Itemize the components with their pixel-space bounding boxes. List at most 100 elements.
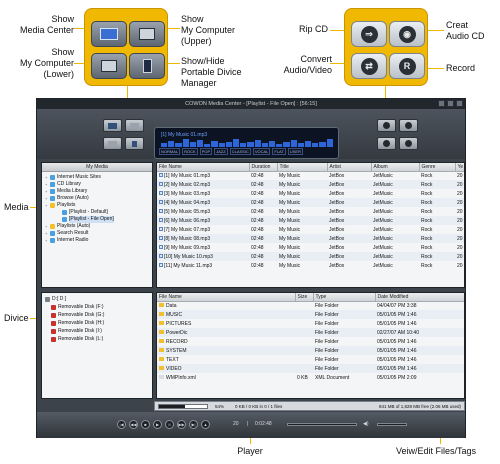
tb-show-my-computer-upper-button[interactable] [125, 119, 144, 132]
show-my-computer-upper-button[interactable] [129, 21, 165, 47]
rip-cd-button[interactable]: ⇒ [351, 21, 387, 47]
seek-slider[interactable] [287, 423, 357, 426]
file-row[interactable]: MUSIC File Folder 05/01/05 PM 1:46 [157, 310, 464, 319]
playlist-row[interactable]: [11] My Music 11.mp3 02:48 My Music JetBox J… [157, 261, 464, 270]
media-tree-item[interactable]: + CD Library [45, 181, 149, 188]
media-tree-item[interactable]: + Media Library [45, 188, 149, 195]
tb-show-hide-portable-button[interactable] [125, 137, 144, 150]
playlist-column-header[interactable]: Genre [419, 163, 456, 172]
tb-create-audio-cd-button[interactable] [399, 119, 418, 132]
device-tree-item[interactable]: Removable Disk (H:) [45, 319, 149, 327]
tb-record-button[interactable] [399, 137, 418, 150]
playlist-row[interactable]: [4] My Music 04.mp3 02:48 My Music JetBox Je… [157, 198, 464, 207]
maximize-icon[interactable] [447, 100, 454, 107]
file-row[interactable]: RECORD File Folder 05/01/05 PM 1:46 [157, 337, 464, 346]
media-tree-item[interactable]: + Playlists [45, 202, 149, 209]
media-tree-item[interactable]: + Search Result [45, 230, 149, 237]
eq-preset-vocal[interactable]: VOCAL [252, 148, 271, 155]
playlist-row[interactable]: [5] My Music 05.mp3 02:48 My Music JetBox Je… [157, 207, 464, 216]
playlist-row[interactable]: [9] My Music 09.mp3 02:48 My Music JetBox Je… [157, 243, 464, 252]
playlist-row[interactable]: [6] My Music 06.mp3 02:48 My Music JetBox Je… [157, 216, 464, 225]
media-tree-item[interactable]: [Playlist - File Open] [45, 216, 149, 223]
track-checkbox[interactable] [159, 254, 163, 259]
expand-icon[interactable]: + [45, 223, 49, 230]
expand-icon[interactable]: + [45, 230, 49, 237]
convert-audio-video-button[interactable]: ⇄ [351, 53, 387, 79]
media-tree-item[interactable]: + Playlists (Auto) [45, 223, 149, 230]
playlist-row[interactable]: [2] My Music 02.mp3 02:48 My Music JetBox Je… [157, 180, 464, 189]
playlist-row[interactable]: [8] My Music 08.mp3 02:48 My Music JetBox Je… [157, 234, 464, 243]
track-checkbox[interactable] [159, 245, 163, 250]
tb-rip-cd-button[interactable] [377, 119, 396, 132]
track-checkbox[interactable] [159, 218, 163, 223]
playlist-column-header[interactable]: File Name [157, 163, 250, 172]
tb-convert-button[interactable] [377, 137, 396, 150]
play-button[interactable]: ▶ [153, 420, 162, 429]
media-tree-item[interactable]: [Playlist - Default] [45, 209, 149, 216]
eq-preset-classic[interactable]: CLASSIC [229, 148, 251, 155]
playlist-column-header[interactable]: Title [277, 163, 328, 172]
track-checkbox[interactable] [159, 227, 163, 232]
expand-icon[interactable]: + [45, 174, 49, 181]
track-checkbox[interactable] [159, 182, 163, 187]
eq-preset-pop[interactable]: POP [199, 148, 213, 155]
playlist-row[interactable]: [7] My Music 07.mp3 02:48 My Music JetBox Je… [157, 225, 464, 234]
prev-button[interactable]: |◀ [117, 420, 126, 429]
show-my-computer-lower-button[interactable] [91, 53, 127, 79]
track-checkbox[interactable] [159, 191, 163, 196]
files-column-header[interactable]: File Name [157, 293, 296, 302]
pause-button[interactable]: II [165, 420, 174, 429]
show-media-center-button[interactable] [91, 21, 127, 47]
close-icon[interactable] [456, 100, 463, 107]
eject-button[interactable]: ▲ [201, 420, 210, 429]
files-column-header[interactable]: Size [295, 293, 314, 302]
expand-icon[interactable]: + [45, 202, 49, 209]
device-tree-item[interactable]: Removable Disk (F:) [45, 303, 149, 311]
playlist-row[interactable]: [10] My Music 10.mp3 02:48 My Music JetBox J… [157, 252, 464, 261]
forward-button[interactable]: ▶▶ [177, 420, 186, 429]
eq-preset-rock[interactable]: ROCK [182, 148, 198, 155]
track-checkbox[interactable] [159, 173, 163, 178]
minimize-icon[interactable] [438, 100, 445, 107]
device-tree-item[interactable]: D:[ D ] [45, 295, 149, 303]
media-tree-item[interactable]: + Internet Radio [45, 237, 149, 244]
playlist-column-header[interactable]: Artist [327, 163, 372, 172]
stop-button[interactable]: ■ [141, 420, 150, 429]
device-tree-item[interactable]: Removable Disk (I:) [45, 327, 149, 335]
track-checkbox[interactable] [159, 236, 163, 241]
create-audio-cd-button[interactable]: ◉ [389, 21, 425, 47]
file-row[interactable]: PowerDic File Folder 02/27/07 AM 10:40 [157, 328, 464, 337]
show-hide-portable-button[interactable] [129, 53, 165, 79]
file-row[interactable]: Data File Folder 04/04/07 PM 3:38 [157, 301, 464, 310]
expand-icon[interactable]: + [45, 237, 49, 244]
playlist-column-header[interactable]: Duration [249, 163, 278, 172]
expand-icon[interactable]: + [45, 181, 49, 188]
file-row[interactable]: SYSTEM File Folder 05/01/05 PM 1:46 [157, 346, 464, 355]
volume-slider[interactable] [377, 423, 407, 426]
eq-preset-user[interactable]: USER [287, 148, 303, 155]
file-row[interactable]: PICTURES File Folder 05/01/05 PM 1:46 [157, 319, 464, 328]
media-tree-item[interactable]: + Browse (Auto) [45, 195, 149, 202]
files-column-header[interactable]: Date Modified [375, 293, 464, 302]
next-button[interactable]: ▶| [189, 420, 198, 429]
playlist-row[interactable]: [3] My Music 03.mp3 02:48 My Music JetBox Je… [157, 189, 464, 198]
eq-preset-flat[interactable]: FLAT [272, 148, 286, 155]
expand-icon[interactable]: + [45, 188, 49, 195]
eq-preset-normal[interactable]: NORMAL [159, 148, 181, 155]
files-column-header[interactable]: Type [313, 293, 376, 302]
track-checkbox[interactable] [159, 263, 163, 268]
file-row[interactable]: TEXT File Folder 05/01/05 PM 1:46 [157, 355, 464, 364]
record-button[interactable]: R [389, 53, 425, 79]
expand-icon[interactable]: + [45, 195, 49, 202]
tb-show-my-computer-lower-button[interactable] [103, 137, 122, 150]
playlist-row[interactable]: [1] My Music 01.mp3 02:48 My Music JetBox Je… [157, 171, 464, 180]
device-tree-item[interactable]: Removable Disk (G:) [45, 311, 149, 319]
tb-show-media-center-button[interactable] [103, 119, 122, 132]
playlist-column-header[interactable]: Album [371, 163, 420, 172]
file-row[interactable]: VIDEO File Folder 05/01/05 PM 1:46 [157, 364, 464, 373]
track-checkbox[interactable] [159, 209, 163, 214]
track-checkbox[interactable] [159, 200, 163, 205]
eq-preset-jazz[interactable]: JAZZ [214, 148, 228, 155]
rewind-button[interactable]: ◀◀ [129, 420, 138, 429]
media-tree-item[interactable]: + Internet Music Sites [45, 174, 149, 181]
